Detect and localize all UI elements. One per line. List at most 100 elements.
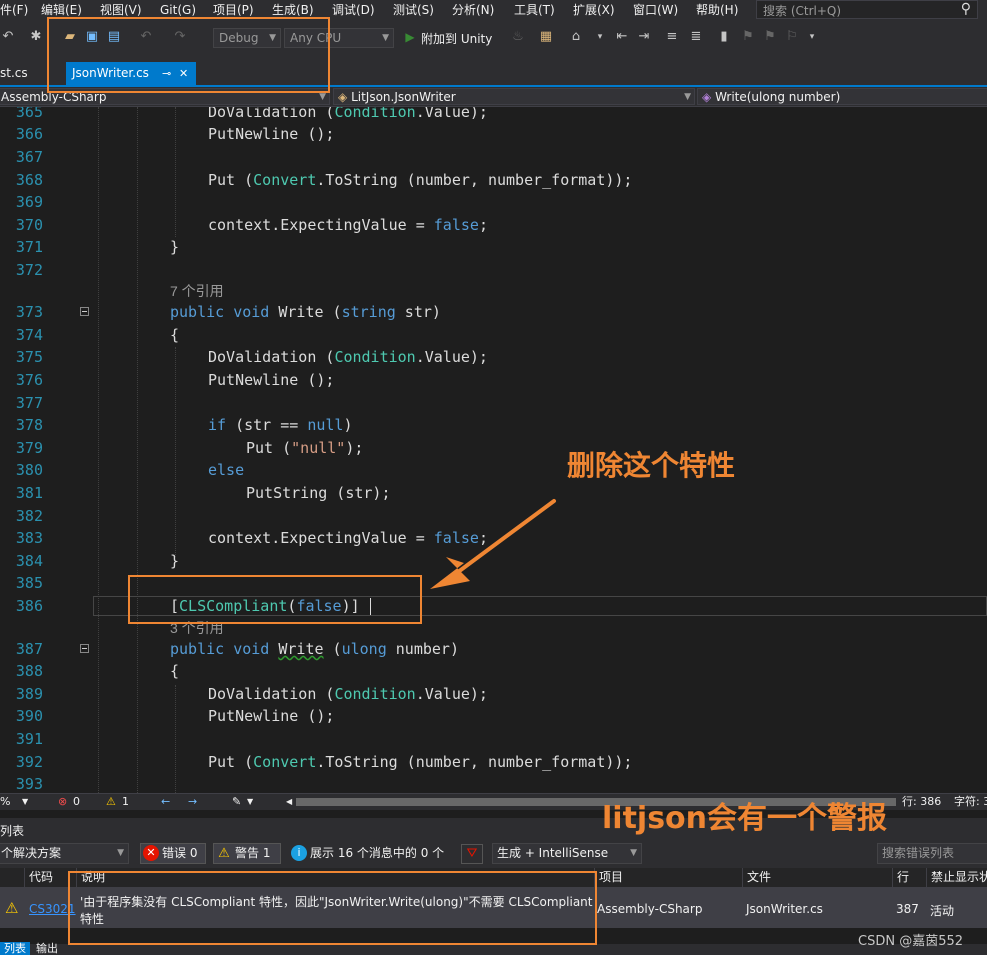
comment-icon[interactable]: ≡ <box>664 29 680 45</box>
chevron-down-icon[interactable]: ▾ <box>804 29 820 45</box>
code-line: context.ExpectingValue = false; <box>208 216 488 234</box>
line-number: 367 <box>15 148 43 166</box>
annotation-box-tab <box>47 17 330 93</box>
zoom-level[interactable]: % <box>0 794 10 810</box>
chevron-down-icon: ▼ <box>630 848 637 858</box>
tab-output[interactable]: 输出 <box>36 942 58 955</box>
chevron-down-icon[interactable]: ▼ <box>247 794 253 810</box>
warning-count-icon[interactable]: ⚠ <box>106 794 116 810</box>
chevron-down-icon[interactable]: ▼ <box>22 794 28 810</box>
menu-window[interactable]: 窗口(W) <box>633 1 678 19</box>
line-number: 382 <box>15 507 43 525</box>
reference-count-lens[interactable]: 7 个引用 <box>170 282 224 300</box>
line-number: 366 <box>15 125 43 143</box>
scroll-left-icon[interactable]: ◀ <box>286 794 292 810</box>
error-list-toolbar: 个解决方案 ▼ ✕ 错误 0 ⚠ 警告 1 i 展示 16 个消息中的 0 个 ⛛ 生成… <box>0 840 987 868</box>
menu-analyze[interactable]: 分析(N) <box>452 1 494 19</box>
scope-dropdown[interactable]: 个解决方案 ▼ <box>0 843 129 864</box>
col-file[interactable]: 文件 <box>742 868 892 887</box>
menu-debug[interactable]: 调试(D) <box>332 1 375 19</box>
play-icon[interactable]: ▶ <box>402 29 418 45</box>
line-number: 390 <box>15 707 43 725</box>
line-number: 368 <box>15 171 43 189</box>
messages-filter-button[interactable]: i 展示 16 个消息中的 0 个 <box>288 843 450 864</box>
code-line: Put (Convert.ToString (number, number_fo… <box>208 753 633 771</box>
code-line: Put ("null"); <box>246 439 364 457</box>
error-list-title: 列表 <box>0 824 25 838</box>
line-number: 393 <box>15 775 43 793</box>
new-item-icon[interactable]: ✱ <box>28 29 44 45</box>
indent-icon[interactable]: ⇤ <box>614 29 630 45</box>
line-number: 383 <box>15 529 43 547</box>
line-number: 381 <box>15 484 43 502</box>
line-number: 376 <box>15 371 43 389</box>
member-label: Write(ulong number) <box>715 90 841 104</box>
error-count-icon[interactable]: ⊗ <box>58 794 67 810</box>
code-line: DoValidation (Condition.Value); <box>208 348 488 366</box>
code-line: DoValidation (Condition.Value); <box>208 107 488 121</box>
tab-error-list[interactable]: 列表 <box>0 942 30 955</box>
errors-filter-button[interactable]: ✕ 错误 0 <box>140 843 206 864</box>
line-number: 374 <box>15 326 43 344</box>
code-line: PutNewline (); <box>208 371 335 389</box>
code-editor[interactable]: 365 366 367 368 369 370 371 372 373 374 … <box>0 107 987 793</box>
indent-guide <box>137 107 138 793</box>
search-icon[interactable]: ⚲ <box>961 1 971 17</box>
flame-icon[interactable]: ♨ <box>510 29 526 45</box>
search-placeholder: 搜索 (Ctrl+Q) <box>763 4 842 18</box>
home-icon[interactable]: ⌂ <box>568 29 584 45</box>
menu-file[interactable]: 件(F) <box>0 1 28 19</box>
nav-forward-icon[interactable]: → <box>188 794 197 810</box>
caret-column: 字符: 3 <box>954 795 987 808</box>
uncomment-icon[interactable]: ≣ <box>688 29 704 45</box>
menu-help[interactable]: 帮助(H) <box>696 1 738 19</box>
build-source-dropdown[interactable]: 生成 + IntelliSense ▼ <box>492 843 642 864</box>
collapse-toggle[interactable] <box>80 644 89 653</box>
chevron-down-icon[interactable]: ▾ <box>592 29 608 45</box>
menu-test[interactable]: 测试(S) <box>393 1 434 19</box>
indent-guide <box>175 107 176 237</box>
search-input[interactable]: 搜索 (Ctrl+Q) ⚲ <box>756 0 978 19</box>
code-line: { <box>170 326 180 344</box>
clear-bookmarks-icon[interactable]: ⚐ <box>784 29 800 45</box>
code-line: DoValidation (Condition.Value); <box>208 685 488 703</box>
member-dropdown[interactable]: ◈ Write(ulong number) <box>697 88 987 105</box>
error-file: JsonWriter.cs <box>746 902 823 916</box>
col-line[interactable]: 行 <box>892 868 926 887</box>
class-dropdown[interactable]: ◈ LitJson.JsonWriter ▼ <box>333 88 695 105</box>
bookmark-icon[interactable]: ▮ <box>716 29 732 45</box>
search-error-list-input[interactable]: 搜索错误列表 <box>877 843 987 864</box>
prev-bookmark-icon[interactable]: ⚑ <box>740 29 756 45</box>
collapse-toggle[interactable] <box>80 307 89 316</box>
indent-guide <box>98 107 99 793</box>
search-error-list-placeholder: 搜索错误列表 <box>882 846 955 860</box>
code-line: { <box>170 662 180 680</box>
tab-prev-file[interactable]: st.cs <box>0 62 28 85</box>
outdent-icon[interactable]: ⇥ <box>636 29 652 45</box>
line-number: 379 <box>15 439 43 457</box>
nav-back-icon[interactable]: ← <box>161 794 170 810</box>
line-number: 388 <box>15 662 43 680</box>
next-bookmark-icon[interactable]: ⚑ <box>762 29 778 45</box>
code-line: else <box>208 461 245 479</box>
code-line: Put (Convert.ToString (number, number_fo… <box>208 171 633 189</box>
filter-icon[interactable]: ⛛ <box>461 844 483 864</box>
brush-icon[interactable]: ✎ <box>232 794 241 810</box>
line-number: 371 <box>15 238 43 256</box>
col-project[interactable]: 项目 <box>594 868 742 887</box>
col-suppression[interactable]: 禁止显示状 <box>926 868 987 887</box>
annotation-delete-hint: 删除这个特性 <box>567 449 736 482</box>
attach-unity-button[interactable]: 附加到 Unity <box>421 30 492 47</box>
class-icon: ◈ <box>338 90 348 104</box>
info-icon: i <box>291 845 307 861</box>
navigate-back-icon[interactable]: ↶ <box>0 29 16 45</box>
line-number: 389 <box>15 685 43 703</box>
line-number: 373 <box>15 303 43 321</box>
code-line: } <box>170 238 180 256</box>
warning-icon: ⚠ <box>5 899 19 917</box>
line-number: 391 <box>15 730 43 748</box>
warnings-filter-button[interactable]: ⚠ 警告 1 <box>213 843 281 864</box>
menu-extensions[interactable]: 扩展(X) <box>573 1 615 19</box>
folder-search-icon[interactable]: ▦ <box>538 29 554 45</box>
menu-tools[interactable]: 工具(T) <box>514 1 555 19</box>
